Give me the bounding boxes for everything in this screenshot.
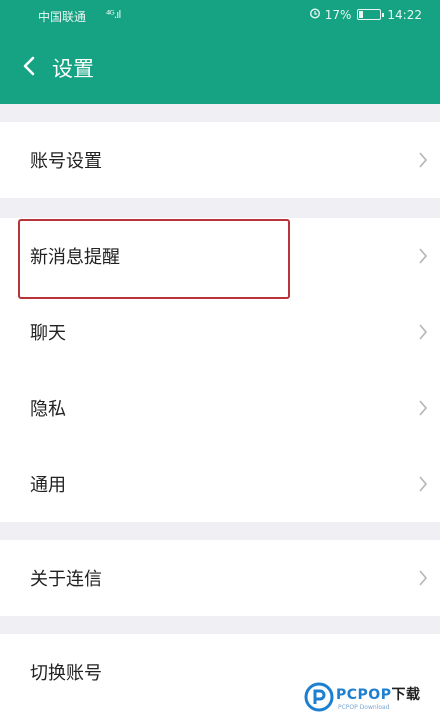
- new-message-notification-item[interactable]: 新消息提醒: [0, 218, 440, 294]
- chevron-right-icon: [416, 566, 430, 590]
- back-button[interactable]: [16, 50, 46, 82]
- signal-icon: ⁴ᴳ.ıl: [106, 8, 121, 21]
- chevron-right-icon: [416, 472, 430, 496]
- watermark-brand: PCPOP: [336, 687, 392, 703]
- battery-icon: [357, 9, 385, 20]
- watermark: PCPOP下载 PCPOP Download: [304, 680, 440, 720]
- battery-fill: [359, 11, 363, 18]
- status-bar: 中国联通 ⁴ᴳ.ıl 17% 14:22: [0, 0, 440, 30]
- settings-group-account: 账号设置: [0, 122, 440, 198]
- list-item-label: 新消息提醒: [30, 247, 120, 268]
- status-right: 17% 14:22: [309, 7, 422, 22]
- about-item[interactable]: 关于连信: [0, 540, 440, 616]
- watermark-text: PCPOP下载: [336, 684, 420, 704]
- list-item-label: 隐私: [30, 399, 66, 420]
- general-item[interactable]: 通用: [0, 446, 440, 522]
- settings-group-about: 关于连信: [0, 540, 440, 616]
- watermark-suffix: 下载: [391, 687, 421, 703]
- list-item-label: 关于连信: [30, 569, 102, 590]
- clock: 14:22: [387, 7, 422, 22]
- settings-group-main: 新消息提醒 聊天 隐私 通用: [0, 218, 440, 522]
- pcpop-logo-icon: [304, 682, 334, 712]
- account-settings-item[interactable]: 账号设置: [0, 122, 440, 198]
- list-item-label: 切换账号: [30, 663, 102, 684]
- chat-item[interactable]: 聊天: [0, 294, 440, 370]
- battery-percent: 17%: [324, 7, 352, 22]
- chevron-left-icon: [23, 56, 35, 76]
- list-item-label: 账号设置: [30, 151, 102, 172]
- chevron-right-icon: [416, 320, 430, 344]
- list-item-label: 聊天: [30, 323, 66, 344]
- list-item-label: 通用: [30, 475, 66, 496]
- watermark-subtext: PCPOP Download: [338, 704, 390, 711]
- page-title: 设置: [52, 57, 94, 81]
- chevron-right-icon: [416, 148, 430, 172]
- privacy-item[interactable]: 隐私: [0, 370, 440, 446]
- app-bar: 设置: [0, 30, 440, 104]
- chevron-right-icon: [416, 396, 430, 420]
- chevron-right-icon: [416, 244, 430, 268]
- carrier-name: 中国联通: [38, 10, 87, 24]
- alarm-icon: [309, 7, 321, 22]
